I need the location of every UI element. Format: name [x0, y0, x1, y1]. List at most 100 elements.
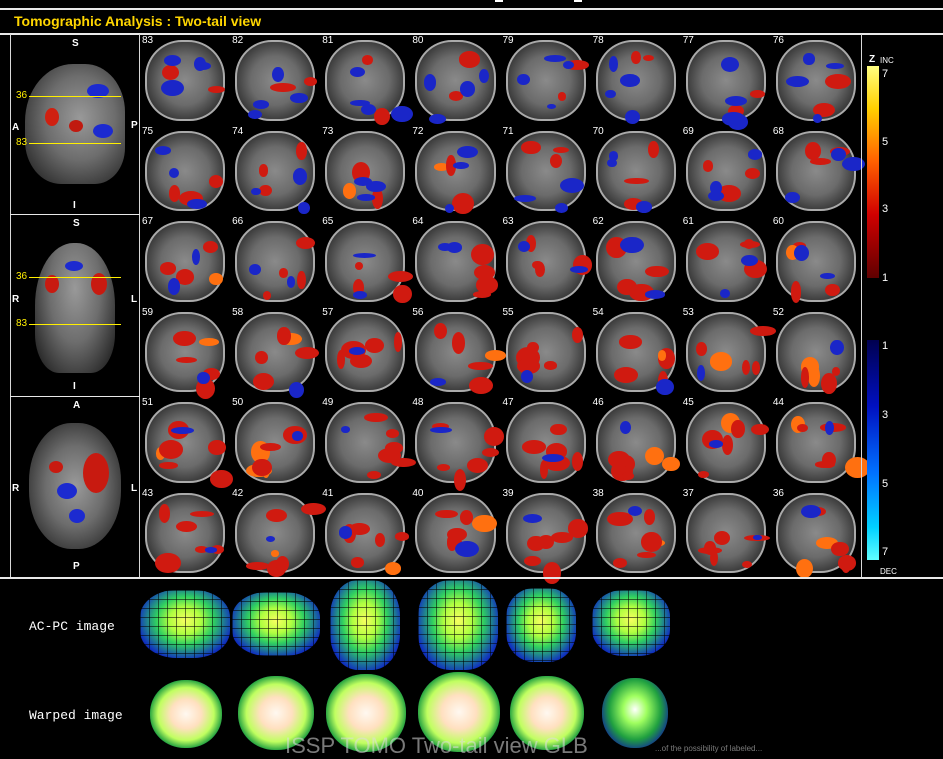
slice-cell[interactable]: 50 — [230, 396, 320, 487]
activation-increase-blob — [175, 356, 198, 363]
activation-increase-blob — [451, 332, 465, 354]
slice-cell[interactable]: 39 — [501, 487, 591, 584]
activation-decrease-blob — [348, 346, 366, 355]
axial-slice-image — [325, 402, 416, 483]
activation-decrease-blob — [163, 55, 181, 66]
activation-increase-blob — [567, 519, 589, 538]
slice-cell[interactable]: 48 — [410, 396, 505, 492]
slice-number-label: 37 — [682, 487, 694, 499]
slice-cell[interactable]: 61 — [681, 215, 771, 306]
slice-cell[interactable]: 52 — [771, 306, 861, 397]
slice-cell[interactable]: 67 — [140, 215, 230, 306]
slice-cell[interactable]: 63 — [501, 215, 592, 306]
activation-increase-blob — [840, 555, 851, 573]
slice-cell[interactable]: 46 — [591, 396, 681, 487]
slice-cell[interactable]: 77 — [681, 34, 771, 130]
slice-cell[interactable]: 51 — [140, 396, 233, 488]
axial-slice-image — [685, 402, 770, 483]
slice-cell[interactable]: 79 — [501, 34, 591, 125]
activation-increase-blob — [266, 509, 287, 523]
activation-increase-blob — [460, 510, 474, 525]
slice-number-label: 67 — [142, 216, 154, 227]
activation-increase-blob — [709, 352, 733, 371]
slice-cell[interactable]: 55 — [501, 306, 591, 397]
slice-number-label: 77 — [682, 35, 694, 46]
axial-slice-image — [415, 492, 497, 573]
slice-number-label: 53 — [682, 306, 694, 318]
slice-cell[interactable]: 56 — [410, 306, 506, 397]
slice-number-label: 54 — [592, 306, 604, 318]
activation-decrease-blob — [555, 202, 569, 213]
slice-cell[interactable]: 62 — [591, 215, 681, 306]
activation-increase-blob — [394, 532, 410, 541]
activation-increase-blob — [521, 140, 541, 155]
slice-cell[interactable]: 65 — [320, 215, 414, 306]
slice-number-label: 56 — [412, 306, 424, 318]
slice-cell[interactable]: 75 — [140, 125, 230, 216]
activation-increase-blob — [296, 142, 307, 160]
slice-cell[interactable]: 60 — [771, 215, 861, 306]
activation-increase-blob — [458, 51, 481, 68]
slice-cell[interactable]: 49 — [320, 396, 416, 487]
slice-cell[interactable]: 73 — [320, 125, 410, 216]
axial-slice-image — [235, 492, 326, 578]
slice-cell[interactable]: 72 — [410, 125, 500, 216]
axial-reference-view: A P R L — [11, 397, 139, 577]
orientation-inferior: I — [73, 381, 76, 392]
activation-decrease-blob — [168, 167, 180, 179]
slice-cell[interactable]: 80 — [410, 34, 500, 125]
slice-reference-label: 83 — [16, 137, 28, 148]
z-score-label: Z — [869, 54, 876, 65]
slice-cell[interactable]: 81 — [320, 34, 413, 125]
slice-cell[interactable]: 41 — [320, 487, 410, 578]
slice-number-label: 39 — [502, 487, 514, 499]
activation-decrease-blob — [366, 180, 386, 192]
slice-number-label: 61 — [682, 216, 694, 227]
slice-cell[interactable]: 45 — [681, 396, 771, 487]
slice-cell[interactable]: 59 — [140, 306, 230, 400]
slice-cell[interactable]: 47 — [501, 396, 591, 487]
activation-increase-blob — [549, 153, 563, 168]
slice-cell[interactable]: 36 — [771, 487, 861, 579]
activation-increase-blob — [558, 92, 567, 101]
slice-cell[interactable]: 57 — [320, 306, 410, 397]
activation-increase-blob — [544, 361, 557, 370]
slice-cell[interactable]: 76 — [771, 34, 861, 125]
slice-cell[interactable]: 53 — [681, 306, 776, 397]
slice-cell[interactable]: 70 — [591, 125, 681, 216]
slice-cell[interactable]: 66 — [230, 215, 320, 306]
axial-slice-image — [145, 402, 233, 488]
activation-increase-blob — [468, 376, 493, 394]
slice-cell[interactable]: 43 — [140, 487, 230, 578]
activation-increase-blob — [364, 412, 389, 423]
activation-decrease-blob — [191, 248, 200, 266]
slice-cell[interactable]: 37 — [681, 487, 771, 578]
activation-increase-blob — [742, 359, 751, 376]
slice-cell[interactable]: 78 — [591, 34, 681, 125]
slice-cell[interactable]: 58 — [230, 306, 320, 399]
slice-cell[interactable]: 69 — [681, 125, 771, 216]
slice-cell[interactable]: 82 — [230, 34, 320, 125]
activation-increase-blob — [790, 280, 802, 303]
slice-cell[interactable]: 54 — [591, 306, 681, 397]
slice-cell[interactable]: 74 — [230, 125, 320, 216]
slice-cell[interactable]: 83 — [140, 34, 230, 125]
activation-increase-blob — [207, 85, 225, 93]
slice-cell[interactable]: 71 — [501, 125, 591, 216]
activation-decrease-blob — [251, 187, 261, 196]
activation-decrease-blob — [352, 252, 377, 258]
slice-cell[interactable]: 38 — [591, 487, 681, 578]
activation-increase-blob — [255, 351, 269, 365]
orientation-superior: S — [73, 218, 80, 229]
activation-increase-blob — [742, 561, 753, 569]
slice-cell[interactable]: 44 — [771, 396, 871, 487]
slice-cell[interactable]: 42 — [230, 487, 326, 578]
slice-cell[interactable]: 64 — [410, 215, 500, 306]
activation-increase-blob — [271, 550, 280, 557]
coronal-brain-image — [35, 243, 115, 373]
axial-slice-image — [145, 221, 226, 302]
slice-cell[interactable]: 68 — [771, 125, 866, 216]
activation-increase-blob — [796, 423, 809, 432]
axial-slice-image — [775, 311, 856, 395]
slice-cell[interactable]: 40 — [410, 487, 500, 578]
